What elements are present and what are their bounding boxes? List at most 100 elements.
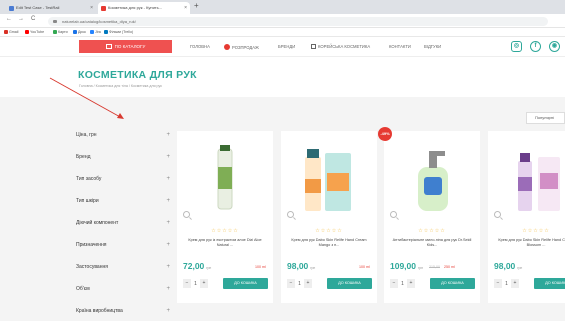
- product-image[interactable]: [191, 143, 259, 215]
- filter-item[interactable]: Ціна, грн +: [70, 124, 174, 146]
- minus-button[interactable]: −: [287, 279, 295, 288]
- sort-select[interactable]: Популярні: [526, 112, 565, 124]
- reload-button[interactable]: C: [31, 16, 35, 22]
- filter-label: Призначення: [76, 242, 107, 248]
- nav-link-contacts[interactable]: КОНТАКТИ: [389, 44, 411, 49]
- expand-icon[interactable]: +: [166, 190, 170, 212]
- zoom-icon[interactable]: [494, 211, 501, 218]
- bookmark-item[interactable]: Фільми (Trello): [104, 30, 133, 34]
- quantity-stepper[interactable]: −1 +: [287, 279, 312, 290]
- browser-tab[interactable]: Edit Test Case - TestRail ×: [6, 2, 96, 14]
- filter-item[interactable]: Бренд +: [70, 146, 174, 168]
- url-text: naturelab.ua/catalog/kosmetika_dlya_ruk/: [62, 19, 136, 24]
- add-to-cart-button[interactable]: ДО КОШИКА: [534, 278, 565, 289]
- plus-button[interactable]: +: [200, 279, 208, 288]
- bookmark-item[interactable]: Карти: [53, 30, 68, 34]
- product-price: 72,00 грн: [183, 261, 212, 271]
- expand-icon[interactable]: +: [166, 278, 170, 300]
- filter-label: Тип шкіри: [76, 198, 99, 204]
- filter-item[interactable]: Діючий компонент +: [70, 212, 174, 234]
- expand-icon[interactable]: +: [166, 300, 170, 322]
- filter-item[interactable]: Країна виробництва +: [70, 300, 174, 322]
- filter-label: Країна виробництва: [76, 308, 123, 314]
- viber-icon[interactable]: ◉: [549, 41, 560, 52]
- nav-link-korean[interactable]: КОРЕЙСЬКА КОСМЕТИКА: [311, 44, 370, 49]
- add-to-cart-button[interactable]: ДО КОШИКА: [430, 278, 475, 289]
- filter-item[interactable]: Застосування +: [70, 256, 174, 278]
- plus-button[interactable]: +: [304, 279, 312, 288]
- expand-icon[interactable]: +: [166, 168, 170, 190]
- back-button[interactable]: ←: [6, 16, 12, 22]
- bookmark-item[interactable]: Jira: [90, 30, 101, 34]
- product-card[interactable]: -49% ☆☆☆☆☆ Антибактеріальне мило-піна для …: [378, 127, 480, 303]
- quantity-stepper[interactable]: −1 +: [390, 279, 415, 290]
- nav-link-reviews[interactable]: ВІДГУКИ: [424, 44, 441, 49]
- product-image[interactable]: [502, 143, 565, 215]
- gift-icon: [311, 44, 316, 49]
- catalog-button[interactable]: ПО КАТАЛОГУ: [79, 40, 172, 53]
- expand-icon[interactable]: +: [166, 256, 170, 278]
- product-card[interactable]: ☆☆☆☆☆ Крем для рук Dabo Skin Relife Hand …: [281, 131, 377, 303]
- plus-button[interactable]: +: [407, 279, 415, 288]
- bookmark-item[interactable]: Диск: [73, 30, 86, 34]
- expand-icon[interactable]: +: [166, 212, 170, 234]
- browser-tab-active[interactable]: Косметика для рук - Купить... ×: [98, 2, 190, 14]
- lock-icon: [53, 20, 57, 23]
- quantity-value[interactable]: 1: [398, 281, 407, 287]
- minus-button[interactable]: −: [494, 279, 502, 288]
- zoom-icon[interactable]: [287, 211, 294, 218]
- instagram-icon[interactable]: ◎: [511, 41, 522, 52]
- add-to-cart-button[interactable]: ДО КОШИКА: [327, 278, 372, 289]
- filter-item[interactable]: Тип шкіри +: [70, 190, 174, 212]
- filter-label: Тип засобу: [76, 176, 102, 182]
- quantity-stepper[interactable]: −1 +: [494, 279, 519, 290]
- product-volume: 100 ml: [359, 265, 370, 269]
- product-price: 98,00 грн: [287, 261, 316, 271]
- facebook-icon[interactable]: f: [530, 41, 541, 52]
- add-to-cart-button[interactable]: ДО КОШИКА: [223, 278, 268, 289]
- product-price: 109,00 грн: [390, 261, 423, 271]
- product-volume: 100 ml: [255, 265, 266, 269]
- filter-item[interactable]: Тип засобу +: [70, 168, 174, 190]
- zoom-icon[interactable]: [183, 211, 190, 218]
- expand-icon[interactable]: +: [166, 146, 170, 168]
- plus-button[interactable]: +: [511, 279, 519, 288]
- product-name[interactable]: Антибактеріальне мило-піна для рук Dr.Se…: [390, 238, 474, 248]
- favicon-icon: [9, 6, 14, 11]
- browser-tab-bar: Edit Test Case - TestRail × Косметика дл…: [0, 0, 565, 14]
- quantity-value[interactable]: 1: [502, 281, 511, 287]
- nav-link-sale[interactable]: РОЗПРОДАЖ: [224, 44, 259, 50]
- rating-stars: ☆☆☆☆☆: [418, 228, 446, 234]
- quantity-value[interactable]: 1: [295, 281, 304, 287]
- product-name[interactable]: Крем для рук Dabo Skin Relife Hand Cream…: [494, 238, 565, 248]
- product-name[interactable]: Крем для рук Dabo Skin Relife Hand Cream…: [287, 238, 371, 248]
- filter-label: Об'єм: [76, 286, 90, 292]
- nav-link-home[interactable]: ГОЛОВНА: [190, 44, 210, 49]
- quantity-value[interactable]: 1: [191, 281, 200, 287]
- favicon-icon: [101, 6, 106, 11]
- product-card[interactable]: ☆☆☆☆☆ Крем для рук із екстрактом алое Diz…: [177, 131, 273, 303]
- close-icon[interactable]: ×: [184, 2, 187, 14]
- forward-button[interactable]: →: [18, 16, 24, 22]
- product-image[interactable]: [398, 143, 466, 215]
- url-input[interactable]: naturelab.ua/catalog/kosmetika_dlya_ruk/: [48, 17, 548, 26]
- expand-icon[interactable]: +: [166, 124, 170, 146]
- quantity-stepper[interactable]: −1 +: [183, 279, 208, 290]
- product-image[interactable]: [295, 143, 363, 215]
- product-name[interactable]: Крем для рук із екстрактом алое Dizi Alo…: [183, 238, 267, 248]
- nav-link-brands[interactable]: БРЕНДИ: [278, 44, 295, 49]
- zoom-icon[interactable]: [390, 211, 397, 218]
- close-icon[interactable]: ×: [90, 2, 93, 14]
- new-tab-button[interactable]: +: [194, 1, 199, 10]
- bookmark-item[interactable]: Gmail: [4, 30, 18, 34]
- percent-icon: [224, 44, 230, 50]
- filter-item[interactable]: Призначення +: [70, 234, 174, 256]
- minus-button[interactable]: −: [183, 279, 191, 288]
- filter-item[interactable]: Об'єм +: [70, 278, 174, 300]
- expand-icon[interactable]: +: [166, 234, 170, 256]
- minus-button[interactable]: −: [390, 279, 398, 288]
- address-bar: ← → C naturelab.ua/catalog/kosmetika_dly…: [0, 14, 565, 28]
- product-card[interactable]: ☆☆☆☆☆ Крем для рук Dabo Skin Relife Hand …: [488, 131, 565, 303]
- bookmark-item[interactable]: YouTube: [25, 30, 44, 34]
- bookmark-icon: [4, 30, 8, 34]
